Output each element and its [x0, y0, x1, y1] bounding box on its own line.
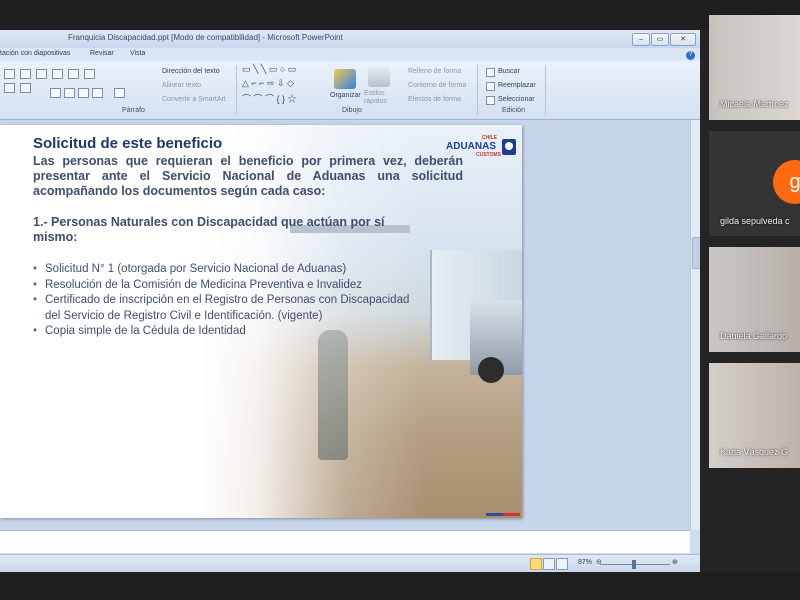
close-button[interactable]: ✕ — [670, 33, 696, 46]
bottom-black-bar — [0, 572, 800, 600]
shape-fill-button[interactable]: Relleno de forma — [408, 68, 461, 75]
replace-icon — [486, 82, 495, 91]
zoom-slider-thumb[interactable] — [632, 560, 636, 569]
list-item: Solicitud N° 1 (otorgada por Servicio Na… — [33, 262, 423, 278]
organizar-button[interactable]: Organizar — [330, 92, 361, 99]
slide-title: Solicitud de este beneficio — [33, 135, 223, 152]
cursor-icon — [486, 96, 495, 105]
ribbon: Dirección del texto Alinear texto Conver… — [0, 61, 700, 120]
align-text-button[interactable]: Alinear texto — [162, 82, 201, 89]
vertical-scrollbar[interactable] — [690, 120, 700, 530]
photo-person — [318, 330, 348, 460]
list-item: Resolución de la Comisión de Medicina Pr… — [33, 278, 423, 294]
arrange-icon[interactable] — [334, 69, 356, 89]
participant-name: gilda sepulveda c — [720, 216, 790, 226]
avatar: g — [773, 160, 800, 204]
participant-name: Micaela Martínez — [720, 99, 789, 109]
help-icon[interactable]: ? — [686, 51, 695, 60]
group-label-dibujo: Dibujo — [342, 107, 362, 114]
tab-vista[interactable]: Vista — [130, 50, 145, 57]
notes-pane[interactable] — [0, 530, 690, 553]
text-direction-button[interactable]: Dirección del texto — [162, 68, 220, 75]
restore-button[interactable]: ▭ — [651, 33, 669, 46]
participant-name: Daniela Gallardo — [720, 331, 788, 341]
find-button[interactable]: Buscar — [498, 68, 520, 75]
shape-outline-button[interactable]: Contorno de forma — [408, 82, 466, 89]
zoom-level[interactable]: 87% — [578, 559, 592, 566]
top-black-bar — [0, 0, 800, 30]
quick-styles-button[interactable]: Estilos rápidos — [364, 90, 394, 106]
window-title: Franquicia Discapacidad.ppt [Modo de com… — [68, 33, 343, 42]
participant-name: Karla Vásquez G — [720, 447, 789, 457]
normal-view-button[interactable] — [530, 558, 542, 570]
binoculars-icon — [486, 68, 495, 77]
group-label-edicion: Edición — [502, 107, 525, 114]
slide-subheading: 1.- Personas Naturales con Discapacidad … — [33, 215, 385, 244]
convert-smartart-button[interactable]: Convertir a SmartArt — [162, 96, 226, 103]
participant-tile[interactable]: g gilda sepulveda c — [709, 131, 800, 236]
shape-effects-button[interactable]: Efectos de forma — [408, 96, 461, 103]
select-button[interactable]: Seleccionar — [498, 96, 535, 103]
window-titlebar: Franquicia Discapacidad.ppt [Modo de com… — [0, 30, 700, 48]
list-item: Copia simple de la Cédula de Identidad — [33, 324, 423, 340]
group-label-parrafo: Párrafo — [122, 107, 145, 114]
reading-view-button[interactable] — [556, 558, 568, 570]
zoom-in-icon[interactable]: ⊕ — [672, 558, 678, 566]
replace-button[interactable]: Reemplazar — [498, 82, 536, 89]
participant-tile[interactable]: Karla Vásquez G — [709, 363, 800, 468]
minimize-button[interactable]: – — [632, 33, 650, 46]
participant-tile[interactable]: Daniela Gallardo — [709, 247, 800, 352]
tab-revisar[interactable]: Revisar — [90, 50, 114, 57]
quick-styles-icon[interactable] — [368, 67, 390, 87]
slide-stage: Solicitud de este beneficio CHILE ADUANA… — [0, 120, 690, 530]
participant-tile[interactable]: Micaela Martínez — [709, 15, 800, 120]
list-item: Certificado de inscripción en el Registr… — [33, 293, 423, 324]
slide-sorter-button[interactable] — [543, 558, 555, 570]
photo-wheel — [478, 357, 504, 383]
status-bar: 87% ⊖ ⊕ — [0, 554, 700, 572]
slide-canvas[interactable]: Solicitud de este beneficio CHILE ADUANA… — [0, 125, 522, 518]
scrollbar-thumb[interactable] — [692, 237, 700, 269]
slide-intro-text: Las personas que requieran el beneficio … — [33, 154, 463, 198]
ribbon-tabs: tación con diapositivas Revisar Vista — [0, 48, 700, 61]
tab-presentacion[interactable]: tación con diapositivas — [0, 50, 70, 57]
slide-footer-bar — [486, 513, 520, 516]
powerpoint-window: Franquicia Discapacidad.ppt [Modo de com… — [0, 30, 700, 572]
requirements-list: Solicitud N° 1 (otorgada por Servicio Na… — [33, 262, 423, 340]
